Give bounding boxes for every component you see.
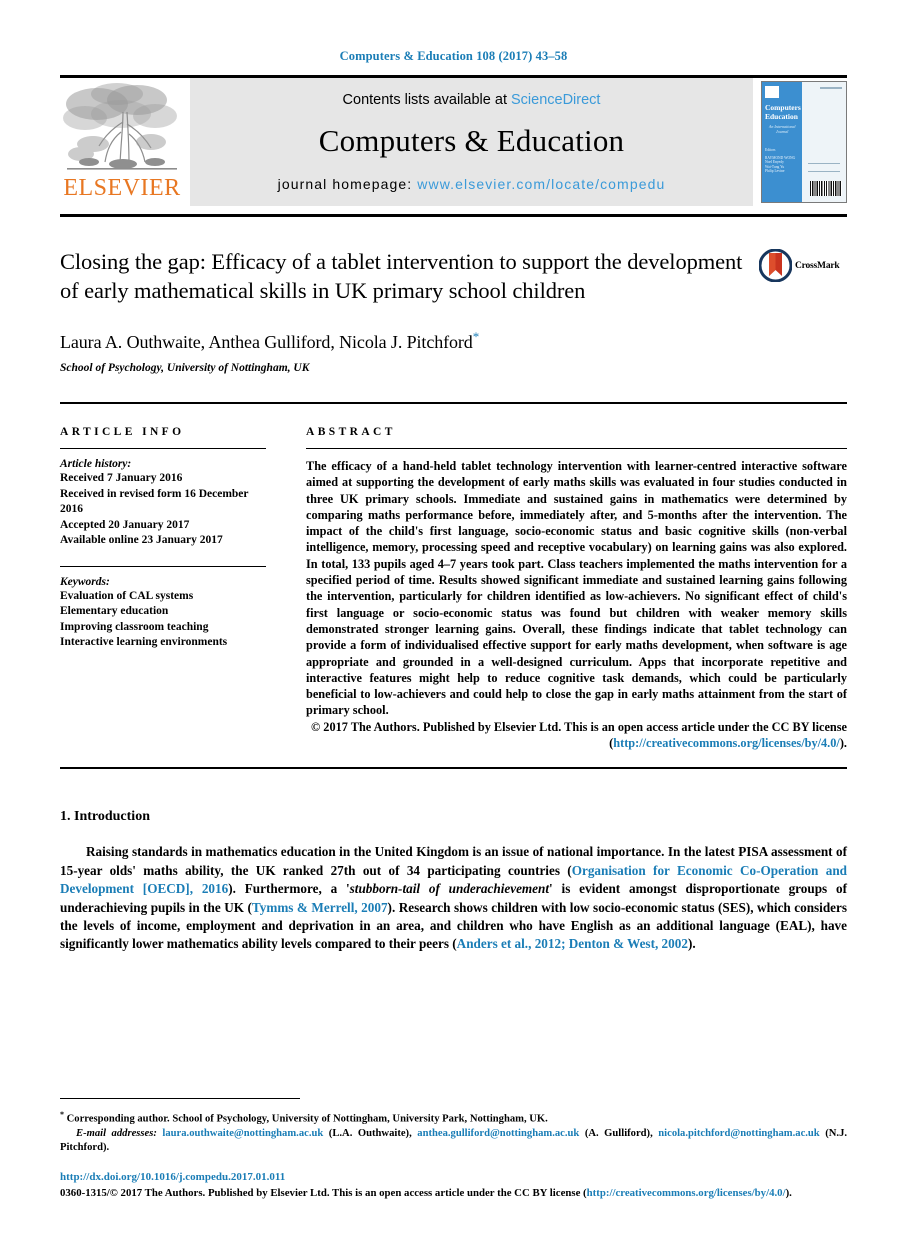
homepage-url-link[interactable]: www.elsevier.com/locate/compedu [417, 176, 665, 192]
corresponding-author-marker: * [472, 329, 480, 344]
journal-homepage-line: journal homepage: www.elsevier.com/locat… [190, 176, 753, 206]
contents-available-line: Contents lists available at ScienceDirec… [190, 92, 753, 108]
email-link-1[interactable]: laura.outhwaite@nottingham.ac.uk [162, 1128, 323, 1139]
crossmark-badge[interactable]: CrossMark [758, 247, 847, 283]
crossmark-label: CrossMark [795, 260, 840, 271]
issn-license-link[interactable]: http://creativecommons.org/licenses/by/4… [587, 1187, 786, 1199]
elsevier-logo: ELSEVIER [60, 78, 184, 214]
title-block: Closing the gap: Efficacy of a tablet in… [60, 247, 847, 374]
article-history-list: Received 7 January 2016 Received in revi… [60, 471, 266, 549]
history-item: Accepted 20 January 2017 [60, 518, 190, 531]
keyword-item: Improving classroom teaching [60, 620, 209, 633]
title-main: Closing the gap: Efficacy of a tablet in… [60, 247, 759, 374]
issn-text: 0360-1315/© 2017 The Authors. Published … [60, 1187, 587, 1199]
history-item: Available online 23 January 2017 [60, 534, 223, 546]
page-title: Closing the gap: Efficacy of a tablet in… [60, 249, 743, 303]
cover-right-panel [802, 82, 846, 202]
author-names: Laura A. Outhwaite, Anthea Gulliford, Ni… [60, 332, 473, 352]
cover-barcode-icon [810, 181, 843, 196]
cover-editors: Editors RAYMOND WONG Noel Enyedy Wai-Tun… [765, 148, 799, 174]
intro-text-b: ). Furthermore, a ' [228, 881, 350, 897]
journal-masthead: ELSEVIER Contents lists available at Sci… [60, 75, 847, 214]
abstract-heading: ABSTRACT [306, 426, 396, 438]
keyword-item: Interactive learning environments [60, 636, 228, 648]
history-item: Received 7 January 2016 [60, 472, 183, 484]
keywords-list: Evaluation of CAL systems Elementary edu… [60, 589, 266, 651]
issn-copyright-line: 0360-1315/© 2017 The Authors. Published … [60, 1186, 847, 1200]
email-addresses-note: E-mail addresses: laura.outhwaite@nottin… [60, 1127, 847, 1155]
elsevier-tree-icon [63, 82, 181, 178]
email-link-3[interactable]: nicola.pitchford@nottingham.ac.uk [658, 1128, 819, 1139]
intro-text-e: ). [687, 936, 696, 952]
affiliation: School of Psychology, University of Nott… [60, 362, 310, 374]
running-head: Computers & Education 108 (2017) 43–58 [339, 49, 568, 63]
doi-link[interactable]: http://dx.doi.org/10.1016/j.compedu.2017… [60, 1171, 847, 1183]
info-abstract-row: ARTICLE INFO Article history: Received 7… [60, 426, 847, 751]
citation-tymms-merrell[interactable]: Tymms & Merrell, 2007 [252, 900, 388, 915]
info-section-bottom-rule [60, 767, 847, 770]
email-label: E-mail addresses: [76, 1127, 157, 1139]
journal-cover-thumbnail: Computers Education An International Jou… [761, 81, 847, 203]
elsevier-wordmark: ELSEVIER [63, 175, 181, 201]
citation-anders-denton[interactable]: Anders et al., 2012; Denton & West, 2002 [457, 936, 688, 951]
cc-license-link[interactable]: http://creativecommons.org/licenses/by/4… [613, 736, 840, 750]
issn-suffix: ). [785, 1187, 792, 1199]
journal-band: Contents lists available at ScienceDirec… [190, 78, 753, 206]
introduction-heading: 1. Introduction [60, 809, 150, 825]
info-section-top-rule [60, 402, 847, 404]
abstract-rule [306, 448, 847, 449]
page-footer: * Corresponding author. School of Psycho… [60, 1097, 847, 1200]
author-list: Laura A. Outhwaite, Anthea Gulliford, Ni… [60, 329, 745, 353]
keyword-item: Evaluation of CAL systems [60, 589, 194, 602]
journal-title: Computers & Education [318, 123, 625, 158]
article-info-column: ARTICLE INFO Article history: Received 7… [60, 426, 306, 751]
homepage-prefix: journal homepage: [277, 176, 418, 192]
intro-italic-phrase: stubborn-tail of underachievement [349, 881, 550, 897]
copyright-suffix: ). [839, 736, 847, 751]
email-owner-2: (A. Gulliford), [579, 1127, 659, 1139]
article-info-heading: ARTICLE INFO [60, 426, 185, 438]
cover-title-line1: Computers [765, 103, 801, 112]
cover-rule-mark [808, 163, 840, 172]
crossmark-icon [758, 248, 793, 283]
paper-page: Computers & Education 108 (2017) 43–58 E… [0, 0, 907, 1238]
keywords-label: Keywords: [60, 575, 110, 588]
sciencedirect-link[interactable]: ScienceDirect [511, 92, 600, 108]
email-owner-1: (L.A. Outhwaite), [323, 1127, 418, 1139]
abstract-copyright: © 2017 The Authors. Published by Elsevie… [306, 719, 847, 752]
corresponding-author-note: * Corresponding author. School of Psycho… [60, 1108, 847, 1127]
abstract-text: The efficacy of a hand-held tablet techn… [306, 459, 847, 718]
contents-prefix: Contents lists available at [342, 92, 511, 108]
corresponding-note-text: Corresponding author. School of Psycholo… [64, 1113, 548, 1125]
email-link-2[interactable]: anthea.gulliford@nottingham.ac.uk [417, 1128, 579, 1139]
keyword-item: Elementary education [60, 605, 169, 617]
keywords-rule [60, 565, 266, 567]
footnote-rule [60, 1097, 300, 1099]
cover-title-line2: Education [765, 112, 798, 121]
cover-subtitle: An International Journal [768, 124, 796, 134]
cover-publisher-badge-icon [765, 86, 779, 98]
history-item: Received in revised form 16 December 201… [60, 487, 249, 516]
article-info-rule [60, 448, 266, 449]
cover-editors-list: RAYMOND WONG Noel Enyedy Wai-Tung Yu Phi… [765, 155, 796, 174]
cover-left-panel: Computers Education An International Jou… [762, 82, 803, 202]
abstract-column: ABSTRACT The efficacy of a hand-held tab… [306, 426, 847, 751]
masthead-bottom-rule [60, 214, 847, 217]
cover-issue-mark [819, 87, 842, 89]
introduction-paragraph: Raising standards in mathematics educati… [60, 843, 847, 953]
article-history-label: Article history: [60, 458, 132, 470]
